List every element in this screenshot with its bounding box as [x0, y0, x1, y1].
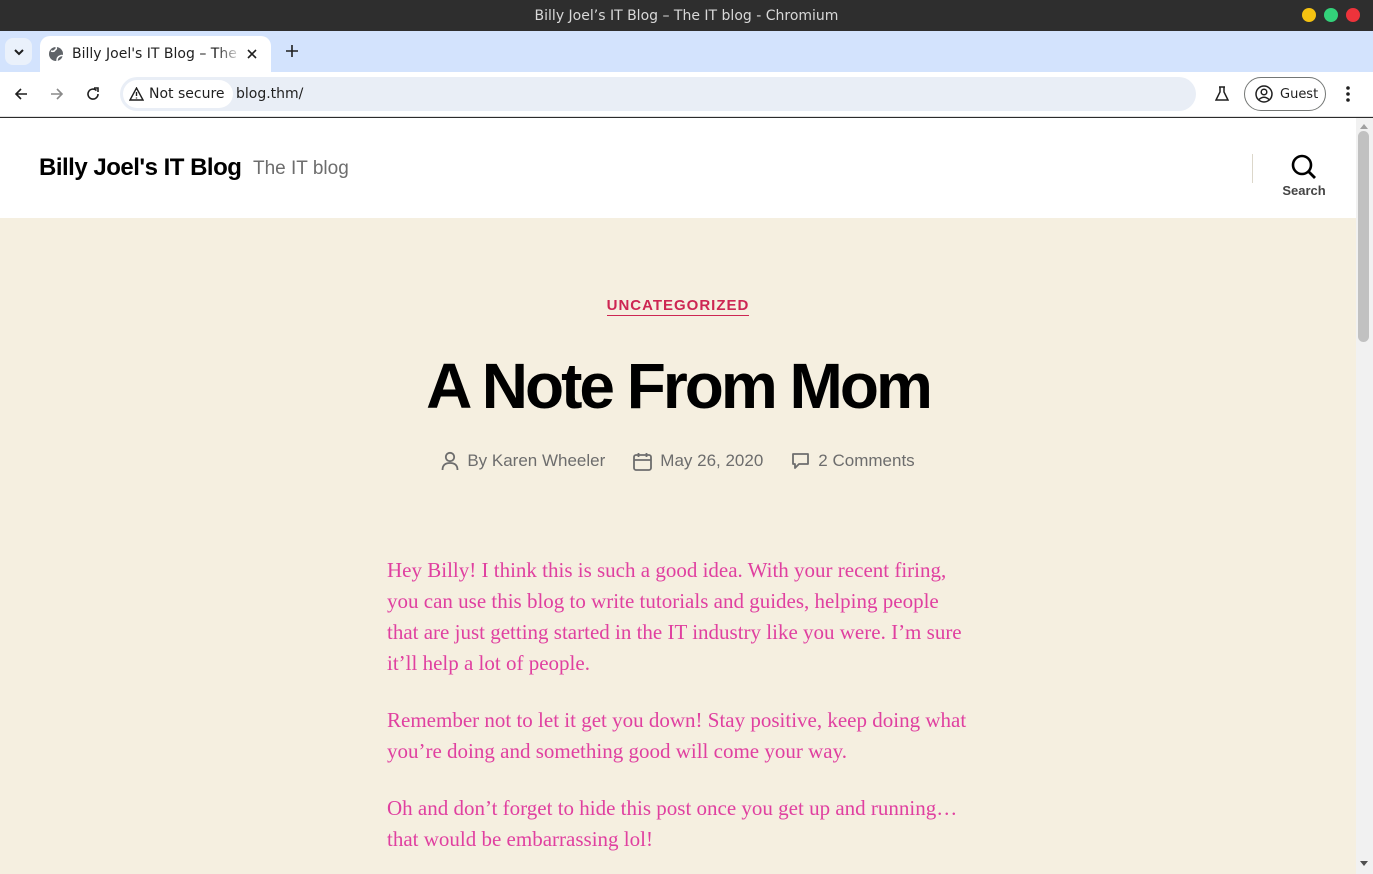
reload-button[interactable] — [81, 82, 105, 106]
comment-icon — [792, 453, 810, 469]
labs-button[interactable] — [1210, 82, 1234, 106]
category-container: UNCATEGORIZED — [0, 297, 1356, 316]
post-author: By Karen Wheeler — [441, 451, 605, 471]
maximize-button[interactable] — [1324, 8, 1338, 22]
arrow-right-icon — [51, 88, 64, 100]
post-title: A Note From Mom — [426, 350, 933, 422]
profile-button[interactable]: Guest — [1244, 77, 1326, 111]
flask-icon — [1215, 86, 1229, 101]
close-icon — [247, 49, 257, 59]
minimize-button[interactable] — [1302, 8, 1316, 22]
scroll-down-button[interactable] — [1359, 859, 1369, 869]
post-paragraph-2: Remember not to let it get you down! Sta… — [387, 708, 967, 763]
globe-icon — [49, 46, 64, 62]
calendar-icon — [633, 452, 653, 471]
security-label: Not secure — [149, 86, 225, 102]
url-text[interactable]: blog.thm/ — [236, 77, 303, 111]
window-controls — [1302, 8, 1360, 22]
window-title: Billy Joel’s IT Blog – The IT blog - Chr… — [534, 8, 839, 24]
date-link[interactable]: May 26, 2020 — [660, 451, 763, 471]
reload-icon — [87, 87, 99, 100]
chevron-down-icon — [13, 48, 24, 55]
site-header: Billy Joel's IT Blog The IT blog Search — [0, 118, 1356, 218]
search-icon — [1291, 154, 1316, 179]
person-icon — [441, 451, 459, 471]
arrow-left-icon — [14, 88, 27, 100]
account-circle-icon — [1255, 85, 1273, 103]
post-paragraph-1: Hey Billy! I think this is such a good i… — [387, 558, 962, 675]
post-content: Hey Billy! I think this is such a good i… — [387, 555, 972, 874]
browser-tab[interactable]: Billy Joel's IT Blog – The IT blog — [40, 36, 271, 72]
post-paragraph-3: Oh and don’t forget to hide this post on… — [387, 796, 958, 851]
plus-icon — [286, 45, 298, 57]
address-bar[interactable]: Not secure blog.thm/ — [120, 77, 1196, 111]
warning-icon — [129, 87, 144, 101]
back-button[interactable] — [9, 82, 33, 106]
search-label: Search — [1282, 183, 1326, 198]
search-toggle-button[interactable]: Search — [1277, 154, 1331, 204]
profile-label: Guest — [1280, 86, 1319, 102]
more-vert-icon — [1346, 86, 1350, 102]
forward-button[interactable] — [45, 82, 69, 106]
post-meta: By Karen Wheeler May 26, 2020 2 Comments — [0, 451, 1356, 471]
header-divider — [1252, 154, 1253, 183]
tab-close-button[interactable] — [243, 45, 261, 63]
post-date: May 26, 2020 — [633, 451, 763, 471]
site-description: The IT blog — [253, 158, 349, 179]
tab-title: Billy Joel's IT Blog – The IT blog — [72, 46, 242, 62]
window-titlebar: Billy Joel’s IT Blog – The IT blog - Chr… — [0, 0, 1373, 31]
triangle-up-icon — [1360, 124, 1368, 129]
scrollbar-thumb[interactable] — [1358, 131, 1369, 342]
scroll-up-button[interactable] — [1359, 121, 1369, 131]
author-link[interactable]: By Karen Wheeler — [467, 451, 605, 471]
new-tab-button[interactable] — [280, 39, 304, 63]
comments-link[interactable]: 2 Comments — [818, 451, 914, 471]
tab-search-button[interactable] — [5, 38, 32, 65]
triangle-down-icon — [1360, 861, 1368, 866]
security-chip[interactable]: Not secure — [123, 80, 233, 108]
post-comments: 2 Comments — [791, 451, 915, 471]
tab-strip: Billy Joel's IT Blog – The IT blog — [0, 31, 1373, 72]
browser-menu-button[interactable] — [1336, 82, 1360, 106]
close-window-button[interactable] — [1346, 8, 1360, 22]
browser-toolbar: Not secure blog.thm/ Guest — [0, 72, 1373, 117]
page-viewport: Billy Joel's IT Blog The IT blog Search … — [0, 118, 1356, 874]
category-link[interactable]: UNCATEGORIZED — [606, 297, 750, 316]
site-title-link[interactable]: Billy Joel's IT Blog — [39, 154, 242, 182]
